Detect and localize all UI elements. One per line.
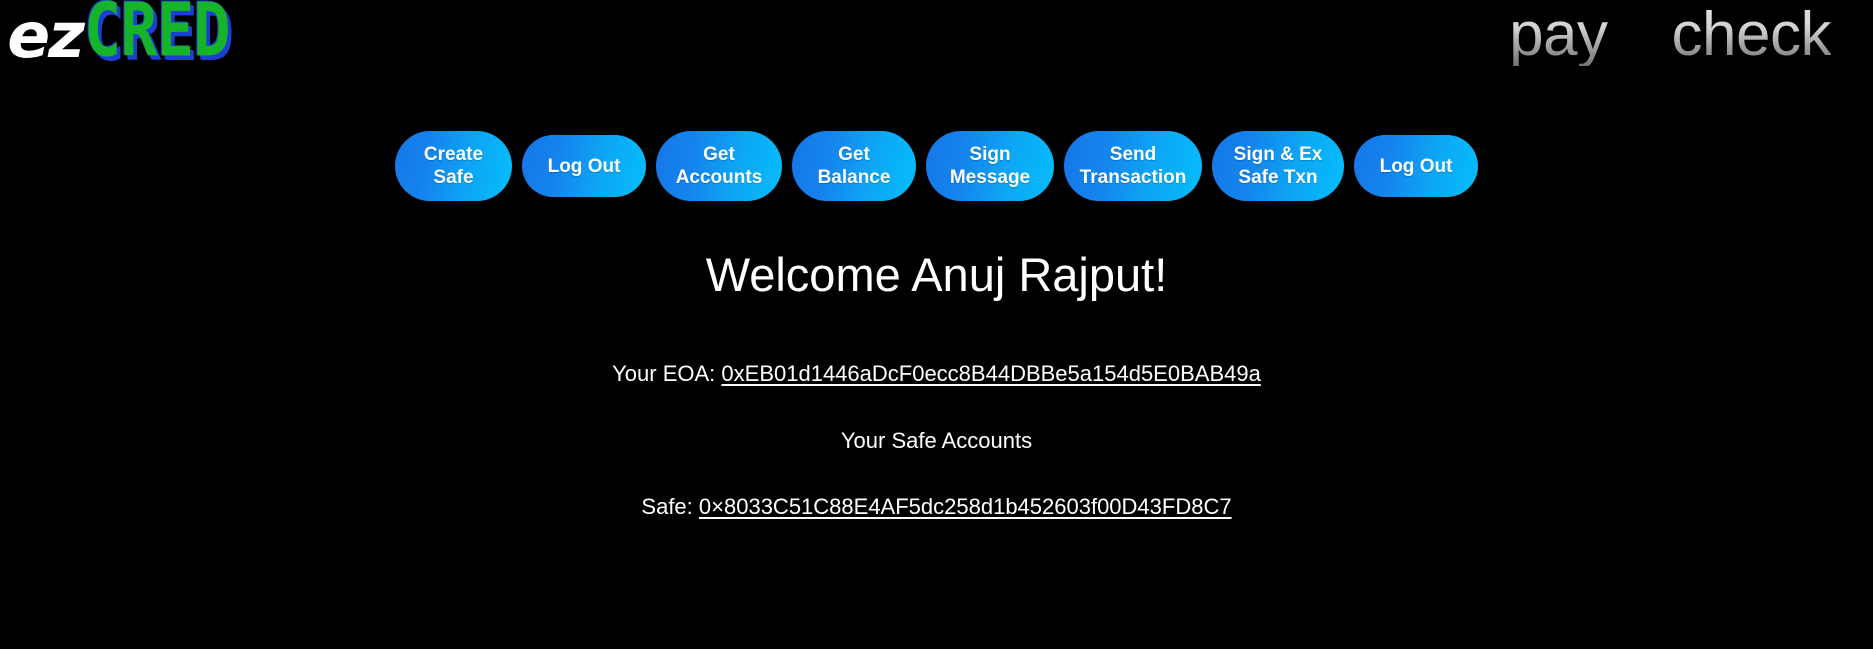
brand-logo[interactable]: ez CRED — [7, 0, 239, 74]
sign-message-button[interactable]: Sign Message — [926, 131, 1054, 201]
eoa-label: Your EOA: — [612, 360, 716, 386]
brand-logo-ez-text: ez — [7, 0, 85, 72]
log-out-button-secondary[interactable]: Log Out — [1354, 135, 1478, 197]
get-accounts-button[interactable]: Get Accounts — [656, 131, 782, 201]
log-out-button[interactable]: Log Out — [522, 135, 646, 197]
top-bar: ez CRED pay check — [0, 0, 1873, 92]
safe-accounts-heading: Your Safe Accounts — [840, 427, 1033, 453]
safe-label: Safe: — [641, 493, 693, 519]
sign-execute-safe-txn-button[interactable]: Sign & Ex Safe Txn — [1212, 131, 1344, 201]
eoa-address-link[interactable]: 0xEB01d1446aDcF0ecc8B44DBBe5a154d5E0BAB4… — [721, 361, 1260, 386]
nav-link-check[interactable]: check — [1672, 4, 1832, 66]
welcome-heading: Welcome Anuj Rajput! — [705, 248, 1168, 301]
get-balance-button[interactable]: Get Balance — [792, 131, 916, 201]
nav-link-pay[interactable]: pay — [1509, 4, 1608, 66]
action-button-row: Create Safe Log Out Get Accounts Get Bal… — [0, 131, 1873, 201]
send-transaction-button[interactable]: Send Transaction — [1064, 131, 1202, 201]
eoa-row: Your EOA: 0xEB01d1446aDcF0ecc8B44DBBe5a1… — [0, 361, 1873, 387]
brand-logo-cred-text: CRED — [84, 0, 231, 74]
create-safe-button[interactable]: Create Safe — [395, 131, 512, 201]
main-content: Welcome Anuj Rajput! Your EOA: 0xEB01d14… — [0, 215, 1873, 520]
safe-account-row: Safe: 0×8033C51C88E4AF5dc258d1b452603f00… — [0, 494, 1873, 520]
safe-address-link[interactable]: 0×8033C51C88E4AF5dc258d1b452603f00D43FD8… — [699, 494, 1232, 519]
header-nav: pay check — [1509, 4, 1831, 66]
